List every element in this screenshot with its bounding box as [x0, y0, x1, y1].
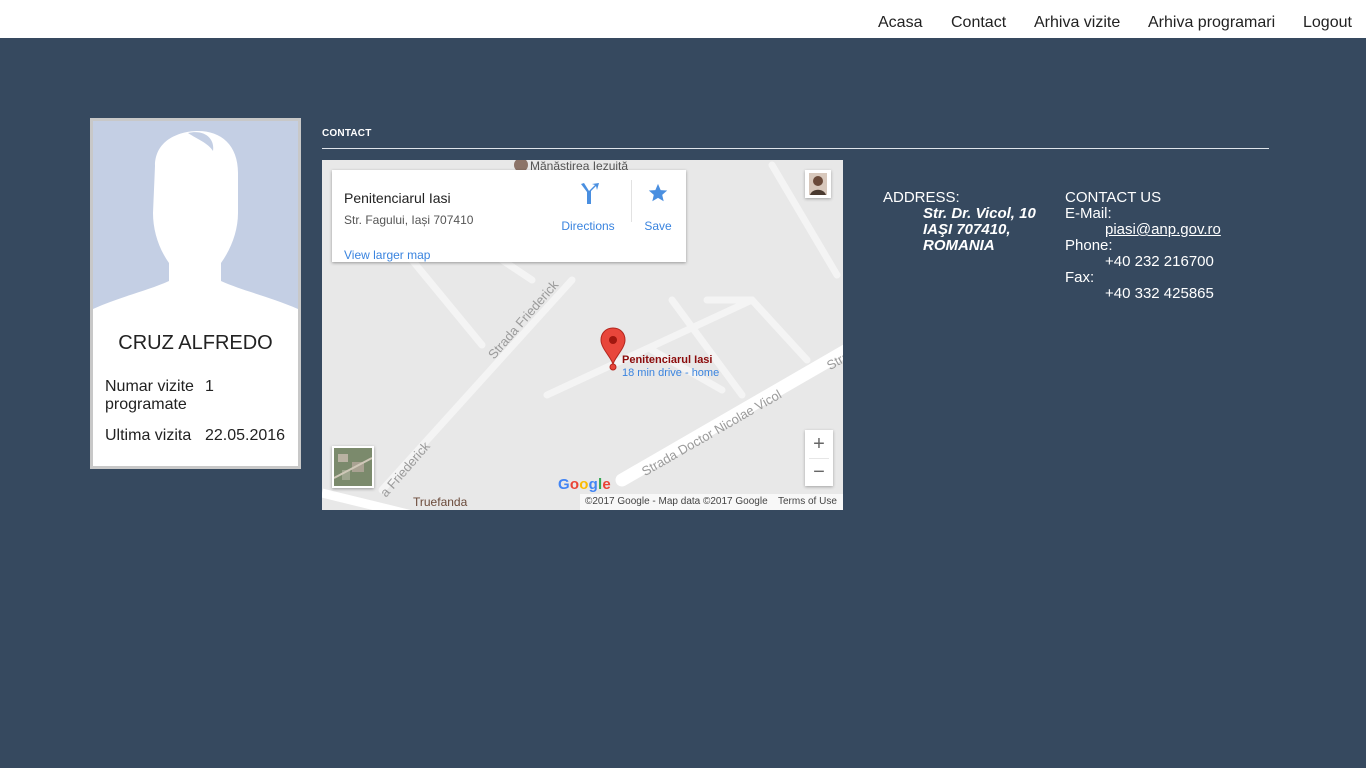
address-heading: ADDRESS: — [883, 189, 960, 206]
nav-link-arhiva-vizite[interactable]: Arhiva vizite — [1034, 14, 1120, 32]
google-logo: Google — [558, 476, 611, 493]
user-silhouette-icon — [93, 121, 298, 321]
view-larger-map-link[interactable]: View larger map — [344, 248, 430, 262]
visits-label-line1: Numar vizite — [105, 378, 194, 395]
divider — [631, 180, 632, 222]
account-avatar-button[interactable] — [805, 170, 831, 198]
profile-card: CRUZ ALFREDO Numar vizite programate 1 U… — [90, 118, 301, 469]
contact-us-block: CONTACT US E-Mail: piasi@anp.gov.ro Phon… — [1065, 190, 1221, 302]
divider — [322, 148, 1269, 149]
embedded-map[interactable]: Strada Friederick a Friederick Strada Do… — [322, 160, 843, 510]
place-name: Penitenciarul Iasi — [344, 190, 451, 206]
poi-label: Truefanda — [413, 495, 468, 509]
contact-us-heading: CONTACT US — [1065, 189, 1162, 206]
save-label: Save — [644, 219, 672, 233]
directions-icon — [581, 183, 599, 204]
save-button[interactable]: Save — [638, 182, 678, 233]
phone-value: +40 232 216700 — [1105, 253, 1214, 270]
fax-value: +40 332 425865 — [1105, 285, 1214, 302]
address-line: ROMANIA — [923, 237, 995, 254]
top-navbar: Acasa Contact Arhiva vizite Arhiva progr… — [0, 0, 1366, 38]
visits-label-line2: programate — [105, 396, 187, 413]
satellite-view-toggle[interactable] — [332, 446, 374, 488]
address-line: IAŞI 707410, — [923, 221, 1011, 238]
pin-title: Penitenciarul Iasi — [622, 354, 713, 366]
address-block: ADDRESS: Str. Dr. Vicol, 10 IAŞI 707410,… — [883, 190, 1036, 254]
email-label: E-Mail: — [1065, 205, 1112, 222]
last-visit-value: 22.05.2016 — [205, 427, 286, 444]
directions-label: Directions — [561, 219, 615, 233]
satellite-thumbnail-icon — [334, 448, 372, 486]
phone-label: Phone: — [1065, 237, 1113, 254]
terms-of-use-link[interactable]: Terms of Use — [778, 494, 837, 510]
contact-section-title: CONTACT — [322, 128, 372, 139]
pin-subtitle: 18 min drive - home — [622, 367, 720, 379]
fax-label: Fax: — [1065, 269, 1095, 286]
avatar — [93, 121, 298, 321]
visits-value: 1 — [205, 378, 214, 395]
zoom-controls: + − — [805, 430, 833, 486]
last-visit-label: Ultima vizita — [105, 427, 192, 444]
directions-button[interactable]: Directions — [558, 182, 618, 233]
map-info-card: Penitenciarul Iasi Str. Fagului, Iași 70… — [332, 170, 686, 262]
star-icon — [648, 183, 668, 202]
profile-name: CRUZ ALFREDO — [118, 332, 273, 354]
place-address: Str. Fagului, Iași 707410 — [344, 213, 474, 227]
person-icon — [809, 173, 827, 195]
nav-link-acasa[interactable]: Acasa — [878, 14, 922, 32]
zoom-in-button[interactable]: + — [805, 430, 833, 458]
nav-link-arhiva-programari[interactable]: Arhiva programari — [1148, 14, 1275, 32]
map-attribution: ©2017 Google - Map data ©2017 Google Ter… — [580, 494, 843, 510]
nav-link-contact[interactable]: Contact — [951, 14, 1006, 32]
address-line: Str. Dr. Vicol, 10 — [923, 205, 1036, 222]
zoom-out-button[interactable]: − — [805, 458, 833, 486]
attribution-text: ©2017 Google - Map data ©2017 Google — [585, 496, 768, 507]
email-link[interactable]: piasi@anp.gov.ro — [1105, 221, 1221, 238]
nav-link-logout[interactable]: Logout — [1303, 14, 1352, 32]
